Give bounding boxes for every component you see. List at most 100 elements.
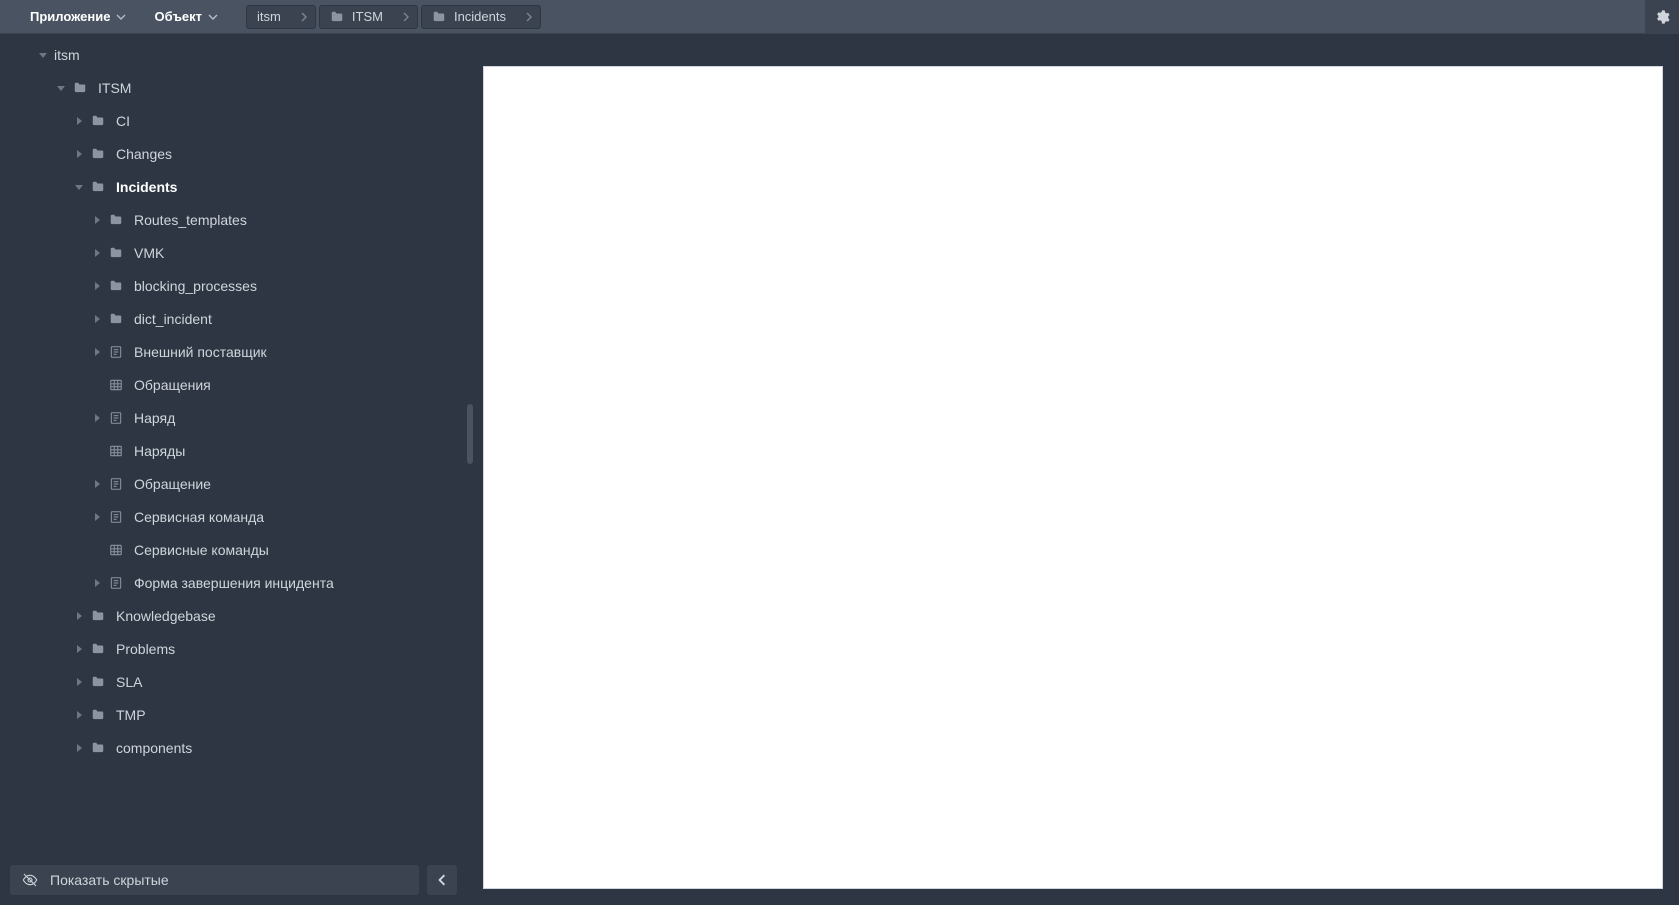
tree-item-label: Обращения: [134, 377, 211, 393]
tree-item[interactable]: Routes_templates: [0, 203, 467, 236]
tree-item[interactable]: Обращение: [0, 467, 467, 500]
tree-item-label: Обращение: [134, 476, 211, 492]
expand-icon[interactable]: [72, 678, 86, 686]
breadcrumb: itsm ITSM Incidents: [246, 5, 541, 29]
tree-item[interactable]: Сервисная команда: [0, 500, 467, 533]
collapse-sidebar-button[interactable]: [427, 865, 457, 895]
tree-item[interactable]: Наряды: [0, 434, 467, 467]
tree-item[interactable]: Внешний поставщик: [0, 335, 467, 368]
tree-item[interactable]: SLA: [0, 665, 467, 698]
breadcrumb-item[interactable]: Incidents: [421, 5, 541, 29]
expand-icon[interactable]: [72, 612, 86, 620]
expand-icon[interactable]: [72, 744, 86, 752]
table-icon: [108, 444, 124, 458]
chevron-right-icon: [299, 12, 309, 22]
tree-item[interactable]: TMP: [0, 698, 467, 731]
menu-label: Объект: [154, 9, 202, 24]
form-icon: [108, 576, 124, 590]
tree-item-label: CI: [116, 113, 130, 129]
tree-item[interactable]: Incidents: [0, 170, 467, 203]
sidebar-resizer[interactable]: [467, 34, 473, 905]
collapse-icon[interactable]: [72, 183, 86, 191]
gear-icon: [1654, 9, 1670, 25]
tree-item[interactable]: itsm: [0, 38, 467, 71]
tree-item-label: Сервисная команда: [134, 509, 264, 525]
menu-object[interactable]: Объект: [140, 0, 232, 33]
tree-item[interactable]: Problems: [0, 632, 467, 665]
tree-item[interactable]: Knowledgebase: [0, 599, 467, 632]
breadcrumb-label: ITSM: [352, 9, 401, 24]
tree-item[interactable]: Наряд: [0, 401, 467, 434]
tree-item[interactable]: CI: [0, 104, 467, 137]
sidebar-footer: Показать скрытые: [0, 855, 467, 905]
form-icon: [108, 411, 124, 425]
collapse-icon[interactable]: [36, 51, 50, 59]
tree-item-label: Problems: [116, 641, 175, 657]
folder-icon: [90, 180, 106, 194]
collapse-icon[interactable]: [54, 84, 68, 92]
folder-icon: [72, 81, 88, 95]
expand-icon[interactable]: [90, 249, 104, 257]
tree-item-label: itsm: [54, 47, 80, 63]
expand-icon[interactable]: [90, 513, 104, 521]
expand-icon[interactable]: [90, 348, 104, 356]
tree-item[interactable]: ITSM: [0, 71, 467, 104]
tree-item-label: Форма завершения инцидента: [134, 575, 334, 591]
expand-icon[interactable]: [72, 645, 86, 653]
tree-item[interactable]: Сервисные команды: [0, 533, 467, 566]
tree-item-label: Наряд: [134, 410, 175, 426]
tree-item-label: Наряды: [134, 443, 185, 459]
content-area: [483, 66, 1663, 889]
tree-item-label: Routes_templates: [134, 212, 247, 228]
expand-icon[interactable]: [90, 414, 104, 422]
tree[interactable]: itsm ITSM CI Changes Incidents Routes_templat…: [0, 34, 467, 855]
tree-item[interactable]: dict_incident: [0, 302, 467, 335]
breadcrumb-item[interactable]: ITSM: [319, 5, 418, 29]
tree-item-label: SLA: [116, 674, 142, 690]
show-hidden-button[interactable]: Показать скрытые: [10, 865, 419, 895]
folder-icon: [108, 312, 124, 326]
folder-icon: [108, 279, 124, 293]
folder-icon: [108, 246, 124, 260]
tree-item[interactable]: Changes: [0, 137, 467, 170]
expand-icon[interactable]: [72, 150, 86, 158]
expand-icon[interactable]: [90, 579, 104, 587]
tree-item-label: ITSM: [98, 80, 131, 96]
folder-icon: [90, 147, 106, 161]
folder-icon: [108, 213, 124, 227]
menu-application[interactable]: Приложение: [16, 0, 140, 33]
breadcrumb-item[interactable]: itsm: [246, 5, 316, 29]
folder-icon: [90, 741, 106, 755]
folder-icon: [90, 114, 106, 128]
tree-item-label: dict_incident: [134, 311, 212, 327]
tree-item[interactable]: Форма завершения инцидента: [0, 566, 467, 599]
menu-label: Приложение: [30, 9, 110, 24]
expand-icon[interactable]: [72, 711, 86, 719]
tree-item-label: blocking_processes: [134, 278, 257, 294]
tree-item[interactable]: Обращения: [0, 368, 467, 401]
form-icon: [108, 477, 124, 491]
tree-item-label: Knowledgebase: [116, 608, 216, 624]
expand-icon[interactable]: [72, 117, 86, 125]
tree-item-label: VMK: [134, 245, 164, 261]
table-icon: [108, 378, 124, 392]
tree-item[interactable]: blocking_processes: [0, 269, 467, 302]
folder-icon: [432, 10, 446, 24]
folder-icon: [90, 675, 106, 689]
topbar: Приложение Объект itsm ITSM Incidents: [0, 0, 1679, 34]
expand-icon[interactable]: [90, 315, 104, 323]
expand-icon[interactable]: [90, 282, 104, 290]
folder-icon: [330, 10, 344, 24]
chevron-down-icon: [116, 12, 126, 22]
expand-icon[interactable]: [90, 480, 104, 488]
tree-item[interactable]: VMK: [0, 236, 467, 269]
settings-button[interactable]: [1645, 0, 1679, 34]
breadcrumb-label: Incidents: [454, 9, 524, 24]
expand-icon[interactable]: [90, 216, 104, 224]
tree-item-label: TMP: [116, 707, 146, 723]
tree-item[interactable]: components: [0, 731, 467, 764]
tree-item-label: Changes: [116, 146, 172, 162]
main: itsm ITSM CI Changes Incidents Routes_templat…: [0, 34, 1679, 905]
chevron-right-icon: [401, 12, 411, 22]
breadcrumb-label: itsm: [257, 9, 299, 24]
